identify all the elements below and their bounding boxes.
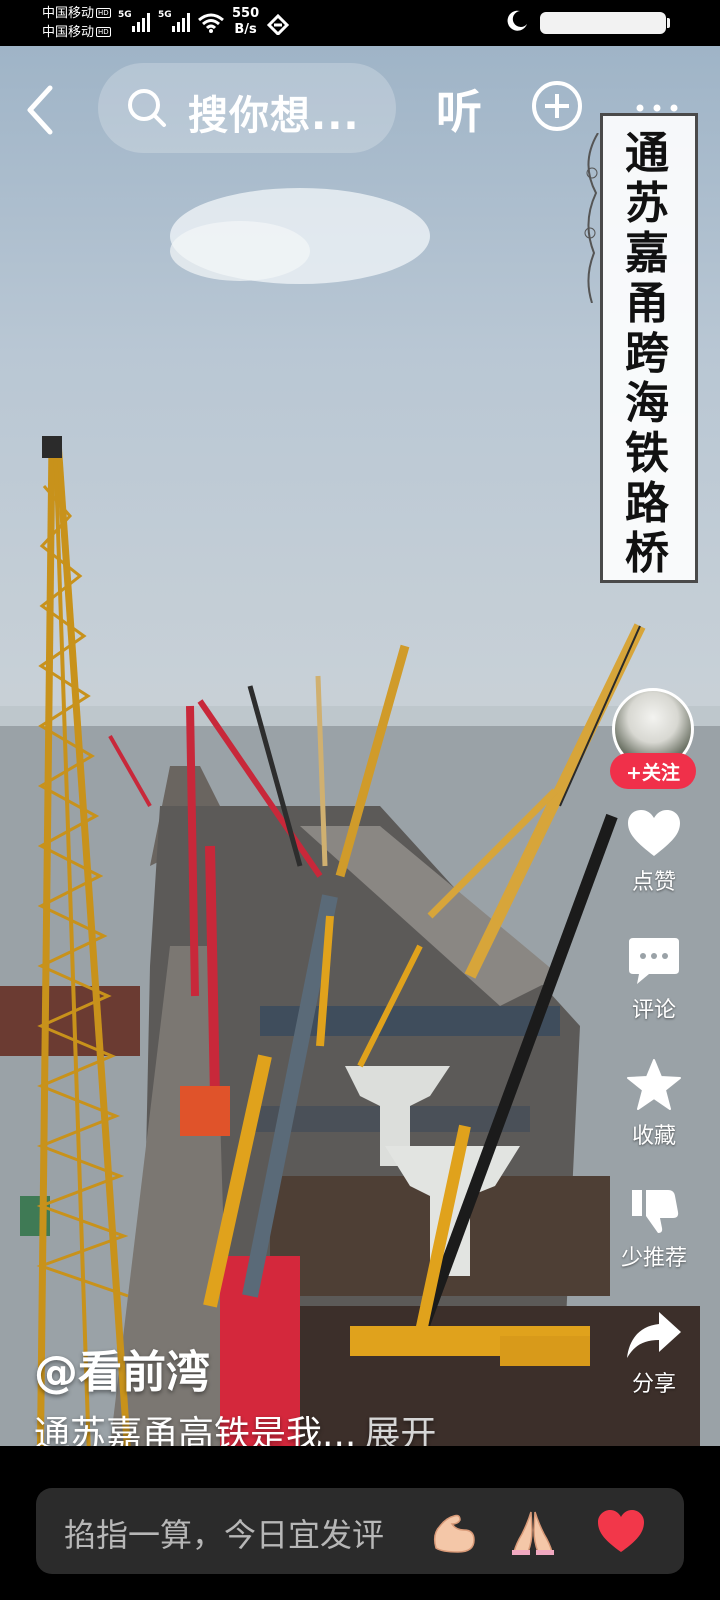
net-speed-unit: B/s (234, 22, 257, 37)
search-placeholder: 搜你想... (188, 93, 360, 139)
signal-icon-1 (132, 10, 150, 32)
decorative-scroll-icon (584, 133, 599, 303)
star-icon (627, 1059, 681, 1110)
follow-button[interactable]: +关注 (610, 753, 696, 789)
comment-button[interactable]: 评论 (612, 936, 696, 1024)
network-type-1: 5G (118, 10, 132, 20)
hd-badge-2: HD (96, 27, 111, 37)
battery-icon (540, 12, 670, 34)
listen-button[interactable]: 听 (436, 76, 482, 142)
author-name[interactable]: @看前湾 (34, 1336, 210, 1400)
heart-emoji-icon[interactable] (596, 1508, 646, 1556)
net-speed-value: 550 (232, 6, 260, 21)
thumbs-down-icon (632, 1190, 679, 1233)
carrier-2: 中国移动 (42, 25, 95, 40)
status-bar: 中国移动 HD 中国移动 HD 5G 5G 550 B/s (0, 0, 720, 46)
pray-emoji-icon[interactable] (508, 1508, 558, 1556)
video-title-banner: 通苏嘉甬跨海铁路桥 (584, 113, 698, 583)
share-label: 分享 (631, 1372, 676, 1397)
less-recommend-label: 少推荐 (620, 1246, 687, 1271)
heart-icon (628, 810, 680, 856)
network-type-2: 5G (158, 10, 172, 20)
net-speed: 550 B/s (232, 6, 259, 38)
favorite-label: 收藏 (631, 1124, 676, 1149)
comment-placeholder: 掐指一算，今日宜发评 (64, 1516, 385, 1554)
like-label: 点赞 (631, 870, 676, 895)
wifi-icon (198, 13, 224, 33)
comment-input[interactable]: 掐指一算，今日宜发评 (36, 1488, 684, 1574)
comment-bubble-icon (629, 938, 679, 984)
bottom-comment-bar: 掐指一算，今日宜发评 (0, 1446, 720, 1600)
hd-badge-1: HD (96, 8, 111, 18)
less-recommend-button[interactable]: 少推荐 (612, 1186, 696, 1272)
back-arrow-icon[interactable] (18, 80, 66, 140)
comment-label: 评论 (631, 998, 676, 1023)
data-saver-icon (266, 13, 290, 35)
do-not-disturb-moon-icon (507, 10, 527, 31)
search-input[interactable]: 搜你想... (98, 63, 396, 153)
banner-title: 通苏嘉甬跨海铁路桥 (625, 128, 669, 579)
share-button[interactable]: 分享 (612, 1310, 696, 1398)
carrier-1: 中国移动 (42, 6, 95, 21)
share-arrow-icon (627, 1312, 681, 1358)
add-circle-icon[interactable] (531, 80, 583, 132)
search-icon (128, 89, 166, 127)
signal-icon-2 (172, 10, 190, 32)
carrier-labels: 中国移动 HD 中国移动 HD (42, 4, 111, 42)
like-button[interactable]: 点赞 (612, 808, 696, 896)
muscle-emoji-icon[interactable] (428, 1508, 478, 1556)
favorite-button[interactable]: 收藏 (612, 1058, 696, 1150)
